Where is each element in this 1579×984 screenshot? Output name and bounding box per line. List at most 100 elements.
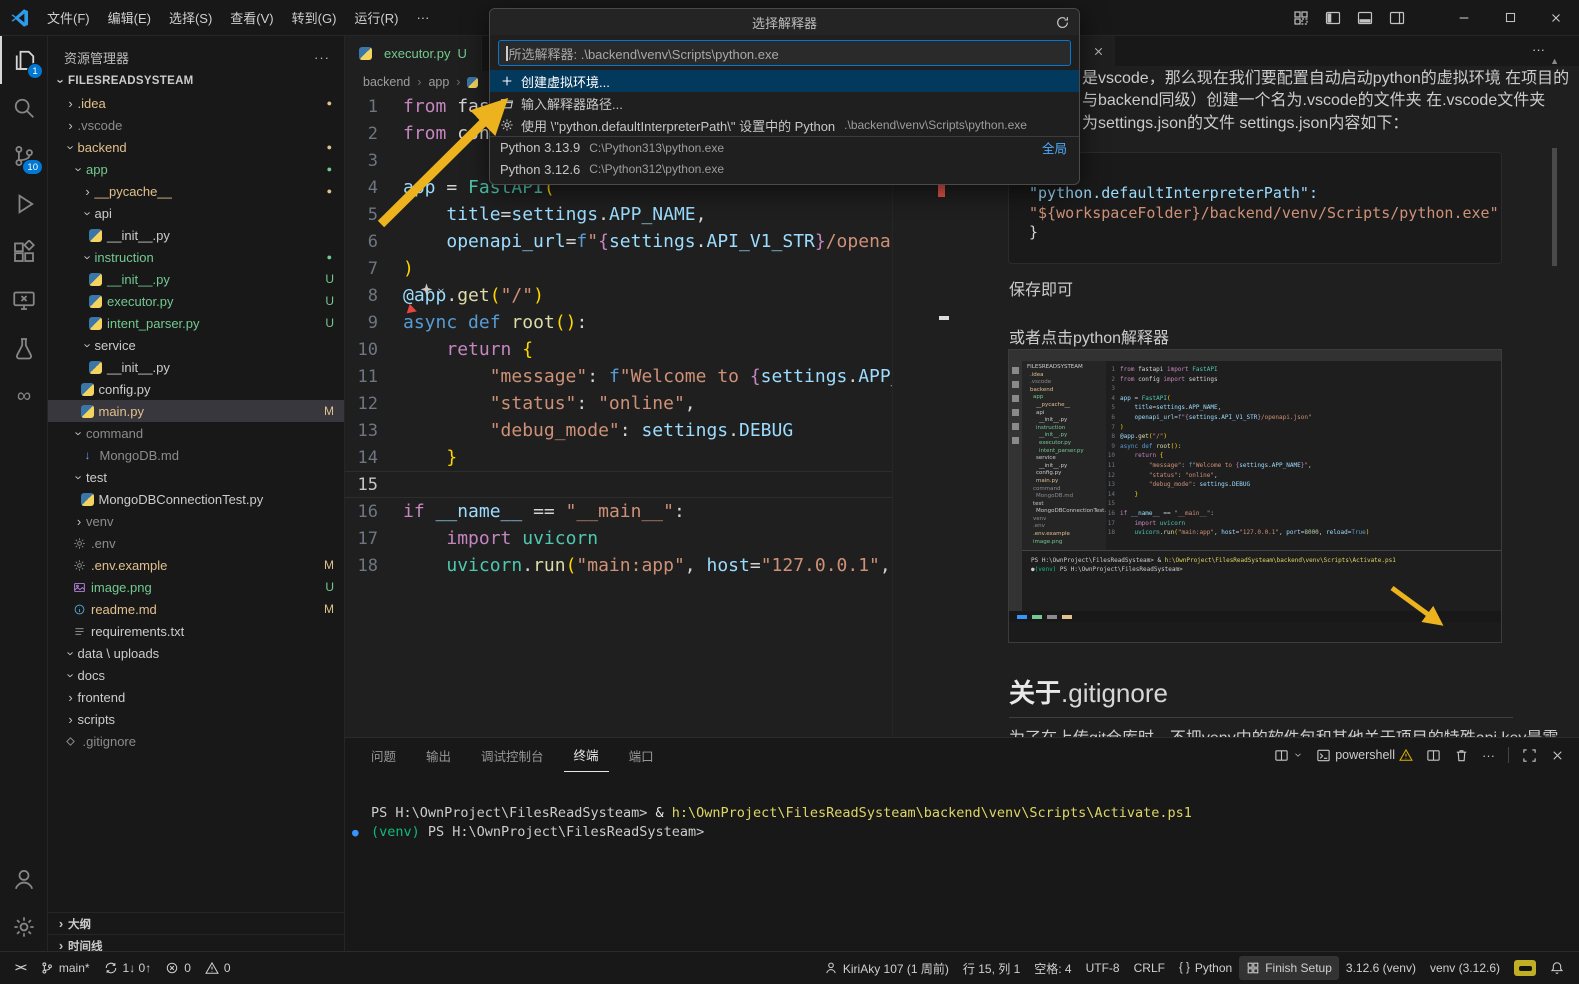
tree-item-service[interactable]: ›service bbox=[48, 334, 345, 356]
activity-testing[interactable] bbox=[0, 324, 48, 372]
panel-tab-端口[interactable]: 端口 bbox=[619, 738, 664, 772]
tree-item-intent_parser.py[interactable]: intent_parser.pyU bbox=[48, 312, 345, 334]
tree-item-.env[interactable]: .env bbox=[48, 532, 345, 554]
tree-item-.vscode[interactable]: ›.vscode bbox=[48, 114, 345, 136]
tree-item-backend[interactable]: ›backend● bbox=[48, 136, 345, 158]
scrollbar-up-arrow[interactable]: ▲ bbox=[1550, 56, 1559, 66]
tree-item-datauploads[interactable]: ›data \ uploads bbox=[48, 642, 345, 664]
explorer-more-button[interactable]: ··· bbox=[314, 50, 330, 65]
tree-item-__pycache__[interactable]: ›__pycache__● bbox=[48, 180, 345, 202]
status-item-3126venv[interactable]: 3.12.6 (venv) bbox=[1339, 956, 1423, 980]
tree-item-__init__.py[interactable]: __init__.py bbox=[48, 224, 345, 246]
maximize-button[interactable] bbox=[1487, 0, 1533, 36]
code-line-13[interactable]: 13 "debug_mode": settings.DEBUG bbox=[345, 417, 893, 444]
activity-accounts[interactable] bbox=[0, 855, 48, 903]
activity-settings[interactable] bbox=[0, 903, 48, 951]
minimize-button[interactable] bbox=[1441, 0, 1487, 36]
code-line-5[interactable]: 5 title=settings.APP_NAME, bbox=[345, 201, 893, 228]
menu-item[interactable]: 选择(S) bbox=[160, 4, 221, 31]
status-item[interactable]: >< bbox=[8, 956, 33, 980]
status-item-4[interactable]: 空格: 4 bbox=[1027, 956, 1078, 980]
status-item-151[interactable]: 行 15, 列 1 bbox=[956, 956, 1027, 980]
status-item-Python[interactable]: { }Python bbox=[1172, 956, 1239, 980]
tree-item-config.py[interactable]: config.py bbox=[48, 378, 345, 400]
code-line-6[interactable]: 6 openapi_url=f"{settings.API_V1_STR}/op… bbox=[345, 228, 893, 255]
activity-explorer[interactable]: 1 bbox=[0, 36, 48, 84]
code-line-15[interactable]: 15 bbox=[345, 471, 893, 498]
terminal-instance-powershell[interactable]: powershell bbox=[1316, 748, 1413, 763]
tree-item-.gitignore[interactable]: .gitignore bbox=[48, 730, 345, 752]
tree-item-instruction[interactable]: ›instruction● bbox=[48, 246, 345, 268]
quick-pick-item[interactable]: 输入解释器路径... bbox=[490, 92, 1079, 114]
close-panel-icon[interactable] bbox=[1550, 747, 1565, 763]
menu-item[interactable]: 文件(F) bbox=[38, 4, 99, 31]
status-item-0[interactable]: 0 bbox=[158, 956, 198, 980]
split-terminal-dropdown[interactable] bbox=[1274, 748, 1303, 763]
menu-item[interactable]: 编辑(E) bbox=[99, 4, 160, 31]
quick-pick-item[interactable]: 创建虚拟环境... bbox=[490, 70, 1079, 92]
code-line-12[interactable]: 12 "status": "online", bbox=[345, 390, 893, 417]
code-line-10[interactable]: 10 return { bbox=[345, 336, 893, 363]
menu-item[interactable]: 查看(V) bbox=[221, 4, 282, 31]
tree-item-executor.py[interactable]: executor.pyU bbox=[48, 290, 345, 312]
code-line-11[interactable]: 11 "message": f"Welcome to {settings.APP… bbox=[345, 363, 893, 390]
status-item-CRLF[interactable]: CRLF bbox=[1127, 956, 1172, 980]
status-item-venv3126[interactable]: venv (3.12.6) bbox=[1423, 956, 1507, 980]
tree-item-.env.example[interactable]: .env.exampleM bbox=[48, 554, 345, 576]
status-item-0[interactable]: 0 bbox=[198, 956, 238, 980]
terminal-output[interactable]: PS H:\OwnProject\FilesReadSysteam> & h:\… bbox=[345, 804, 1579, 842]
panel-tab-调试控制台[interactable]: 调试控制台 bbox=[471, 738, 554, 772]
panel-tab-问题[interactable]: 问题 bbox=[361, 738, 406, 772]
status-item[interactable] bbox=[1507, 956, 1543, 980]
activity-extension-view[interactable]: ∞ bbox=[0, 372, 48, 420]
activity-extensions[interactable] bbox=[0, 228, 48, 276]
trash-icon[interactable] bbox=[1454, 747, 1469, 763]
quick-pick-item[interactable]: Python 3.12.6C:\Python312\python.exe bbox=[490, 158, 1079, 180]
preview-more-button[interactable]: ··· bbox=[1532, 42, 1545, 57]
tree-item-scripts[interactable]: ›scripts bbox=[48, 708, 345, 730]
tree-item-readme.md[interactable]: readme.mdM bbox=[48, 598, 345, 620]
layright-icon[interactable] bbox=[1389, 9, 1405, 26]
close-window-button[interactable] bbox=[1533, 0, 1579, 36]
maximize-panel-icon[interactable] bbox=[1522, 747, 1537, 763]
panel-more-button[interactable]: ··· bbox=[1482, 748, 1495, 763]
refresh-icon[interactable] bbox=[1055, 14, 1070, 30]
project-section-header[interactable]: ›FILESREADSYSTEAM bbox=[48, 70, 345, 92]
activity-run-debug[interactable] bbox=[0, 180, 48, 228]
tree-item-main.py[interactable]: main.pyM bbox=[48, 400, 345, 422]
outline-section[interactable]: ›大纲 bbox=[48, 912, 345, 934]
tree-item-.idea[interactable]: ›.idea● bbox=[48, 92, 345, 114]
timeline-section[interactable]: ›时间线 bbox=[48, 934, 345, 951]
close-icon[interactable] bbox=[1092, 45, 1105, 58]
code-line-14[interactable]: 14 } bbox=[345, 444, 893, 471]
tab-executor-py[interactable]: executor.py U bbox=[345, 36, 482, 71]
tree-item-frontend[interactable]: ›frontend bbox=[48, 686, 345, 708]
status-item-UTF8[interactable]: UTF-8 bbox=[1079, 956, 1127, 980]
quick-pick-item[interactable]: Python 3.13.9C:\Python313\python.exe全局 bbox=[490, 136, 1079, 158]
tree-item-command[interactable]: ›command bbox=[48, 422, 345, 444]
tree-item-app[interactable]: ›app● bbox=[48, 158, 345, 180]
panel-tab-输出[interactable]: 输出 bbox=[416, 738, 461, 772]
split-icon[interactable] bbox=[1426, 747, 1441, 763]
code-line-16[interactable]: 16if __name__ == "__main__": bbox=[345, 498, 893, 525]
tree-item-__init__.py[interactable]: __init__.pyU bbox=[48, 268, 345, 290]
status-item[interactable] bbox=[1543, 956, 1571, 980]
code-line-9[interactable]: 9async def root(): bbox=[345, 309, 893, 336]
quick-pick-item[interactable]: 使用 \"python.defaultInterpreterPath\" 设置中… bbox=[490, 114, 1079, 136]
code-line-7[interactable]: 7) bbox=[345, 255, 893, 282]
tree-item-venv[interactable]: ›venv bbox=[48, 510, 345, 532]
menu-item[interactable]: 运行(R) bbox=[345, 4, 407, 31]
code-line-17[interactable]: 17 import uvicorn bbox=[345, 525, 893, 552]
interpreter-input[interactable]: 所选解释器: .\backend\venv\Scripts\python.exe bbox=[498, 40, 1071, 66]
tree-item-__init__.py[interactable]: __init__.py bbox=[48, 356, 345, 378]
laybottom-icon[interactable] bbox=[1357, 9, 1373, 26]
tree-item-docs[interactable]: ›docs bbox=[48, 664, 345, 686]
tree-item-test[interactable]: ›test bbox=[48, 466, 345, 488]
tree-item-requirements.txt[interactable]: requirements.txt bbox=[48, 620, 345, 642]
activity-source-control[interactable]: 10 bbox=[0, 132, 48, 180]
menu-item[interactable]: 转到(G) bbox=[283, 4, 346, 31]
menu-more[interactable]: ··· bbox=[407, 6, 438, 29]
code-line-18[interactable]: 18 uvicorn.run("main:app", host="127.0.0… bbox=[345, 552, 893, 579]
status-item-10[interactable]: 1↓ 0↑ bbox=[97, 956, 159, 980]
tree-item-api[interactable]: ›api bbox=[48, 202, 345, 224]
